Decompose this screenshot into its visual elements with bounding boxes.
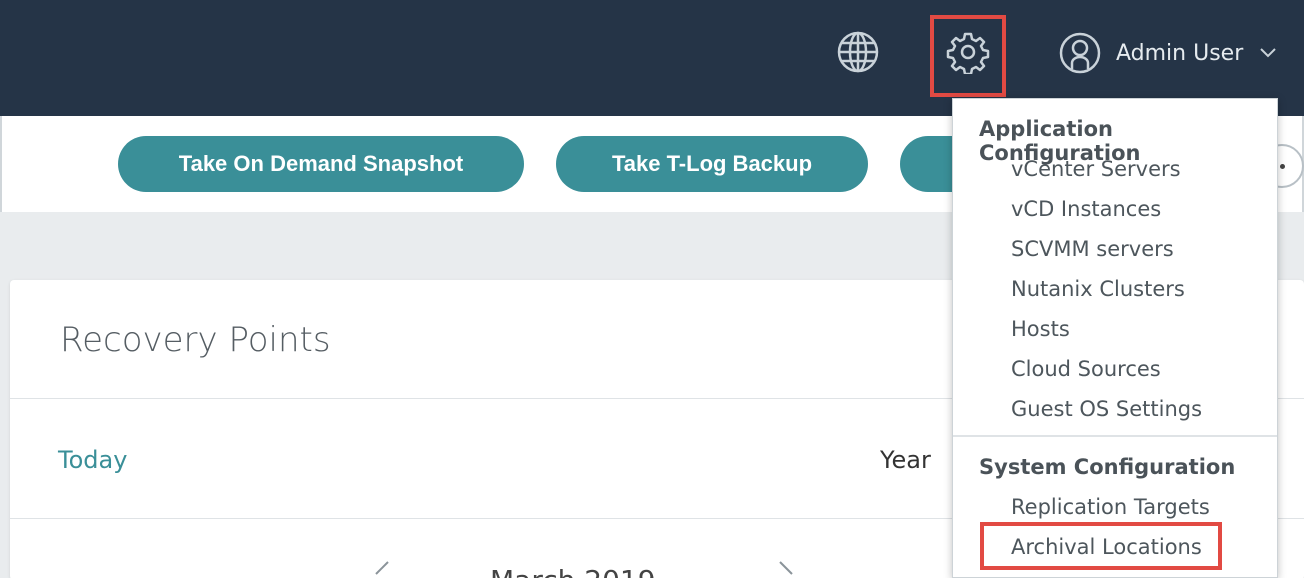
month-label: March 2019	[490, 564, 656, 578]
take-snapshot-button[interactable]: Take On Demand Snapshot	[118, 136, 524, 192]
more-dot-icon	[1280, 164, 1285, 169]
settings-highlight-box	[930, 15, 1006, 97]
menu-item-nutanix-clusters[interactable]: Nutanix Clusters	[1011, 277, 1185, 301]
menu-item-scvmm-servers[interactable]: SCVMM servers	[1011, 237, 1174, 261]
card-title: Recovery Points	[60, 320, 331, 360]
chevron-right-icon[interactable]	[776, 560, 800, 578]
section-system-configuration: System Configuration	[979, 455, 1236, 479]
settings-dropdown-menu: Application Configuration vCenter Server…	[952, 98, 1278, 578]
menu-item-vcenter-servers[interactable]: vCenter Servers	[1011, 157, 1181, 181]
menu-item-cloud-sources[interactable]: Cloud Sources	[1011, 357, 1161, 381]
globe-icon[interactable]	[836, 30, 880, 74]
archival-locations-highlight-box	[980, 522, 1222, 570]
chevron-down-icon	[1260, 48, 1276, 58]
menu-item-guest-os-settings[interactable]: Guest OS Settings	[1011, 397, 1202, 421]
user-avatar-icon	[1059, 32, 1101, 74]
user-name: Admin User	[1116, 40, 1244, 66]
chevron-left-icon[interactable]	[370, 560, 394, 578]
menu-item-hosts[interactable]: Hosts	[1011, 317, 1070, 341]
menu-divider	[953, 435, 1277, 437]
take-tlog-backup-button[interactable]: Take T-Log Backup	[556, 136, 868, 192]
year-tab[interactable]: Year	[880, 446, 931, 474]
menu-item-vcd-instances[interactable]: vCD Instances	[1011, 197, 1161, 221]
today-link[interactable]: Today	[58, 446, 127, 474]
user-menu[interactable]: Admin User	[1058, 28, 1277, 78]
menu-item-replication-targets[interactable]: Replication Targets	[1011, 495, 1210, 519]
